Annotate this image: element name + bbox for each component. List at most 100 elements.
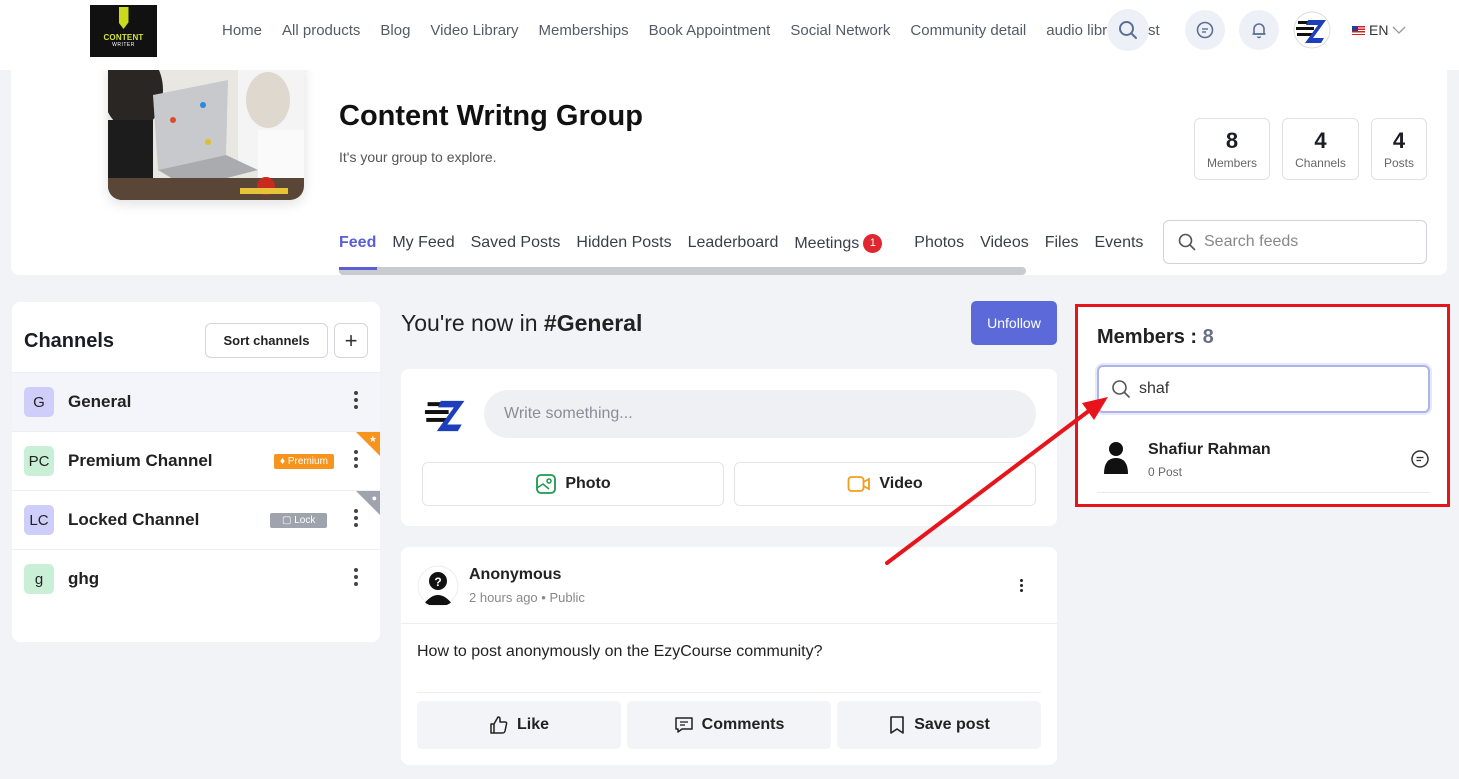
stat-members[interactable]: 8 Members (1194, 118, 1270, 180)
channel-item-premium[interactable]: PC Premium Channel ♦ Premium ★ (12, 431, 380, 490)
post-author[interactable]: Anonymous (469, 566, 561, 584)
premium-tag: ♦ Premium (274, 454, 334, 469)
current-channel-heading: You're now in #General (401, 310, 642, 337)
post-body: How to post anonymously on the EzyCourse… (417, 643, 823, 660)
post-more-icon[interactable] (1020, 579, 1023, 594)
photo-button[interactable]: Photo (422, 462, 724, 506)
member-row[interactable]: Shafiur Rahman 0 Post (1097, 433, 1430, 493)
save-post-button[interactable]: Save post (837, 701, 1041, 749)
nav-blog[interactable]: Blog (380, 22, 410, 39)
stat-channels[interactable]: 4 Channels (1282, 118, 1359, 180)
tab-saved-posts[interactable]: Saved Posts (471, 234, 561, 253)
tab-events[interactable]: Events (1095, 234, 1144, 253)
tab-leaderboard[interactable]: Leaderboard (688, 234, 779, 253)
channel-item-ghg[interactable]: g ghg (12, 549, 380, 608)
video-label: Video (879, 475, 923, 492)
lock-tag-label: Lock (294, 515, 316, 526)
star-corner-icon: ★ (356, 432, 380, 456)
svg-text:?: ? (434, 575, 441, 589)
nav-overflow-text[interactable]: st (1148, 22, 1160, 39)
nav-audio-library[interactable]: audio libra (1046, 22, 1115, 39)
more-icon[interactable] (354, 450, 358, 471)
comments-button[interactable]: Comments (627, 701, 831, 749)
channel-list: G General PC Premium Channel ♦ Premium ★… (12, 372, 380, 608)
more-icon[interactable] (354, 391, 358, 412)
channel-name: Premium Channel (68, 451, 213, 470)
chevron-down-icon (1392, 26, 1406, 34)
channel-item-general[interactable]: G General (12, 372, 380, 431)
channels-title: Channels (24, 330, 115, 352)
stat-posts[interactable]: 4 Posts (1371, 118, 1427, 180)
channel-name: Locked Channel (68, 510, 200, 529)
like-button[interactable]: Like (417, 701, 621, 749)
search-icon[interactable] (1107, 9, 1149, 51)
more-icon[interactable] (354, 568, 358, 589)
members-count: 8 (1202, 326, 1214, 348)
save-post-label: Save post (914, 716, 990, 733)
pen-icon (118, 7, 129, 29)
thumbs-up-icon (490, 716, 508, 734)
bookmark-icon (890, 716, 905, 734)
now-in-prefix: You're now in (401, 310, 538, 336)
site-logo[interactable]: CONTENT WRITER (90, 5, 157, 57)
chat-icon[interactable] (1410, 449, 1430, 469)
channels-panel: Channels Sort channels + G General PC Pr… (12, 302, 380, 642)
unfollow-button[interactable]: Unfollow (971, 301, 1057, 345)
language-selector[interactable]: EN (1352, 22, 1406, 38)
stat-label: Posts (1383, 156, 1414, 170)
member-name[interactable]: Shafiur Rahman (1148, 441, 1271, 459)
channel-avatar: G (24, 387, 54, 417)
video-icon (847, 476, 871, 492)
user-avatar-icon (1104, 442, 1128, 474)
members-search-box[interactable] (1097, 365, 1430, 413)
channel-item-locked[interactable]: LC Locked Channel ▢ Lock ● (12, 490, 380, 549)
post-composer: Write something... Photo Video (401, 369, 1057, 526)
divider (401, 623, 1057, 624)
composer-avatar (421, 389, 471, 439)
search-feeds-box[interactable] (1163, 220, 1427, 264)
nav-video-library[interactable]: Video Library (430, 22, 518, 39)
tab-meetings[interactable]: Meetings 1 (794, 234, 898, 253)
search-icon (1178, 233, 1196, 251)
group-subtitle: It's your group to explore. (339, 149, 497, 165)
user-avatar[interactable] (1293, 11, 1331, 49)
tab-my-feed[interactable]: My Feed (392, 234, 454, 253)
video-button[interactable]: Video (734, 462, 1036, 506)
nav-social-network[interactable]: Social Network (790, 22, 890, 39)
stat-value: 4 (1392, 128, 1406, 153)
group-title: Content Writng Group (339, 100, 643, 132)
tabs-scrollbar[interactable] (339, 267, 1026, 275)
add-channel-button[interactable]: + (334, 323, 368, 358)
current-channel-name: #General (543, 310, 643, 336)
tab-videos[interactable]: Videos (980, 234, 1029, 253)
tab-photos[interactable]: Photos (914, 234, 964, 253)
members-title: Members : 8 (1097, 326, 1214, 349)
us-flag-icon (1352, 25, 1365, 35)
members-search-input[interactable] (1139, 380, 1419, 398)
logo-subtext: WRITER (112, 42, 135, 48)
stat-label: Members (1206, 156, 1257, 170)
tab-hidden-posts[interactable]: Hidden Posts (576, 234, 671, 253)
channel-avatar: LC (24, 505, 54, 535)
comments-label: Comments (701, 716, 785, 733)
write-something-input[interactable]: Write something... (484, 390, 1036, 438)
divider (417, 692, 1041, 693)
members-title-label: Members : (1097, 326, 1198, 348)
lock-corner-icon: ● (356, 491, 380, 515)
nav-book-appointment[interactable]: Book Appointment (649, 22, 771, 39)
tab-feed[interactable]: Feed (339, 234, 376, 253)
nav-community-detail[interactable]: Community detail (910, 22, 1026, 39)
nav-home[interactable]: Home (222, 22, 262, 39)
sort-channels-button[interactable]: Sort channels (205, 323, 328, 358)
nav-memberships[interactable]: Memberships (539, 22, 629, 39)
chat-icon[interactable] (1185, 10, 1225, 50)
search-feeds-input[interactable] (1204, 233, 1404, 251)
lock-tag: ▢ Lock (270, 513, 328, 528)
tab-meetings-label: Meetings (794, 235, 860, 252)
nav-all-products[interactable]: All products (282, 22, 360, 39)
top-navbar: CONTENT WRITER Home All products Blog Vi… (0, 0, 1459, 70)
more-icon[interactable] (354, 509, 358, 530)
bell-icon[interactable] (1239, 10, 1279, 50)
members-panel: Members : 8 Shafiur Rahman 0 Post (1075, 304, 1450, 507)
tab-files[interactable]: Files (1045, 234, 1079, 253)
